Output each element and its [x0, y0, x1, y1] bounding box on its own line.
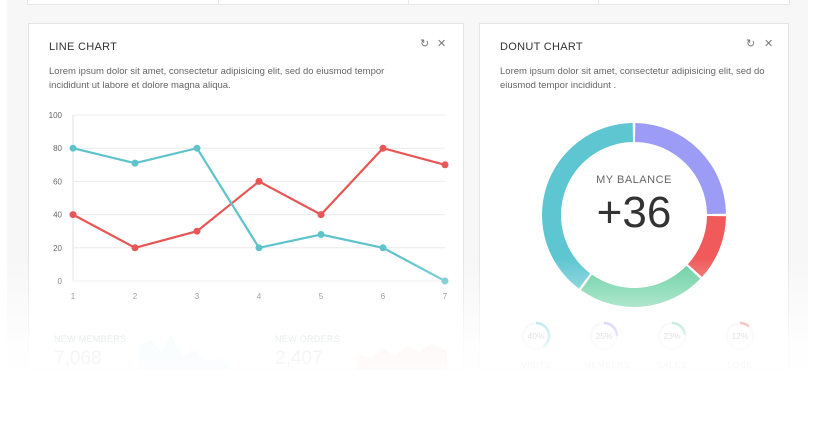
card-title: DONUT CHART [500, 41, 583, 53]
donut-slice-3 [580, 265, 701, 307]
card-description: Lorem ipsum dolor sit amet, consectetur … [500, 65, 765, 93]
mini-stat-label: LOSE [727, 360, 753, 370]
x-tick-label: 4 [257, 292, 262, 301]
sparkline-area [139, 336, 229, 370]
y-tick-label: 100 [49, 111, 63, 120]
new-members-value: 7,068 [54, 348, 102, 369]
series-1-point [441, 161, 449, 169]
series-2-point [255, 244, 263, 252]
series-1-point [255, 177, 263, 185]
mini-stat-ring: 40% [521, 321, 551, 351]
line-chart-card: LINE CHART ↻ ✕ Lorem ipsum dolor sit ame… [28, 23, 464, 370]
x-tick-label: 7 [443, 292, 448, 301]
mini-stat-ring: 12% [725, 321, 755, 351]
new-orders-label: NEW ORDERS [275, 334, 341, 344]
mini-stat: 12% LOSE [720, 320, 760, 380]
x-tick-label: 5 [319, 292, 324, 301]
mini-stat-ring: 23% [657, 321, 687, 351]
tile-divider [408, 0, 409, 4]
x-tick-label: 2 [133, 292, 138, 301]
tile-divider [218, 0, 219, 4]
mini-stat-value: 40% [527, 331, 544, 341]
line-chart: 0 20 40 60 80 100 1 2 3 4 5 6 7 [49, 111, 449, 301]
mini-stat-label: SALES [657, 360, 687, 370]
new-members-label: NEW MEMBERS [54, 334, 127, 344]
donut-chart-card: DONUT CHART ↻ ✕ Lorem ipsum dolor sit am… [479, 23, 789, 370]
orders-sparkline [357, 344, 447, 370]
mini-stat-ring: 25% [589, 321, 619, 351]
y-tick-label: 60 [53, 177, 62, 186]
series-2-point [379, 244, 387, 252]
tile-divider [598, 0, 599, 4]
series-2-point [317, 231, 325, 239]
mini-stat: 23% SALES [652, 320, 692, 380]
donut-center-label: MY BALANCE [596, 174, 672, 186]
y-tick-label: 40 [53, 211, 62, 220]
donut-center-value: +36 [596, 188, 672, 237]
y-tick-label: 80 [53, 144, 62, 153]
x-tick-label: 3 [195, 292, 200, 301]
close-icon[interactable]: ✕ [764, 37, 773, 50]
dashboard-background: LINE CHART ↻ ✕ Lorem ipsum dolor sit ame… [7, 0, 808, 370]
y-tick-label: 20 [53, 244, 62, 253]
mini-stat-label: MEMBERS [584, 360, 631, 370]
series-2-point [131, 159, 139, 167]
y-tick-label: 0 [58, 277, 63, 286]
mini-stat: 25% MEMBERS [584, 320, 631, 380]
refresh-icon[interactable]: ↻ [746, 37, 755, 50]
mini-stat: 40% VISITS [516, 320, 556, 380]
series-1-point [69, 211, 77, 219]
series-1-point [379, 144, 387, 152]
series-1-point [193, 227, 201, 235]
new-orders-value: 2,407 [275, 348, 323, 369]
mini-stat-label: VISITS [521, 360, 551, 370]
series-2-point [193, 144, 201, 152]
mini-stat-value: 25% [595, 331, 612, 341]
series-2-point [441, 277, 449, 285]
mini-stat-value: 12% [731, 331, 748, 341]
x-tick-label: 1 [71, 292, 76, 301]
series-line-1 [72, 146, 446, 249]
series-1-point [317, 211, 325, 219]
series-2-point [69, 144, 77, 152]
description-line: Lorem ipsum dolor sit amet, consectetur … [500, 66, 765, 77]
sparkline-area [357, 344, 447, 370]
x-tick-label: 6 [381, 292, 386, 301]
members-sparkline [139, 336, 229, 370]
description-line: eiusmod tempor incididunt . [500, 80, 617, 91]
stat-tiles-row [27, 0, 790, 5]
mini-stat-value: 23% [663, 331, 680, 341]
series-1-point [131, 244, 139, 252]
